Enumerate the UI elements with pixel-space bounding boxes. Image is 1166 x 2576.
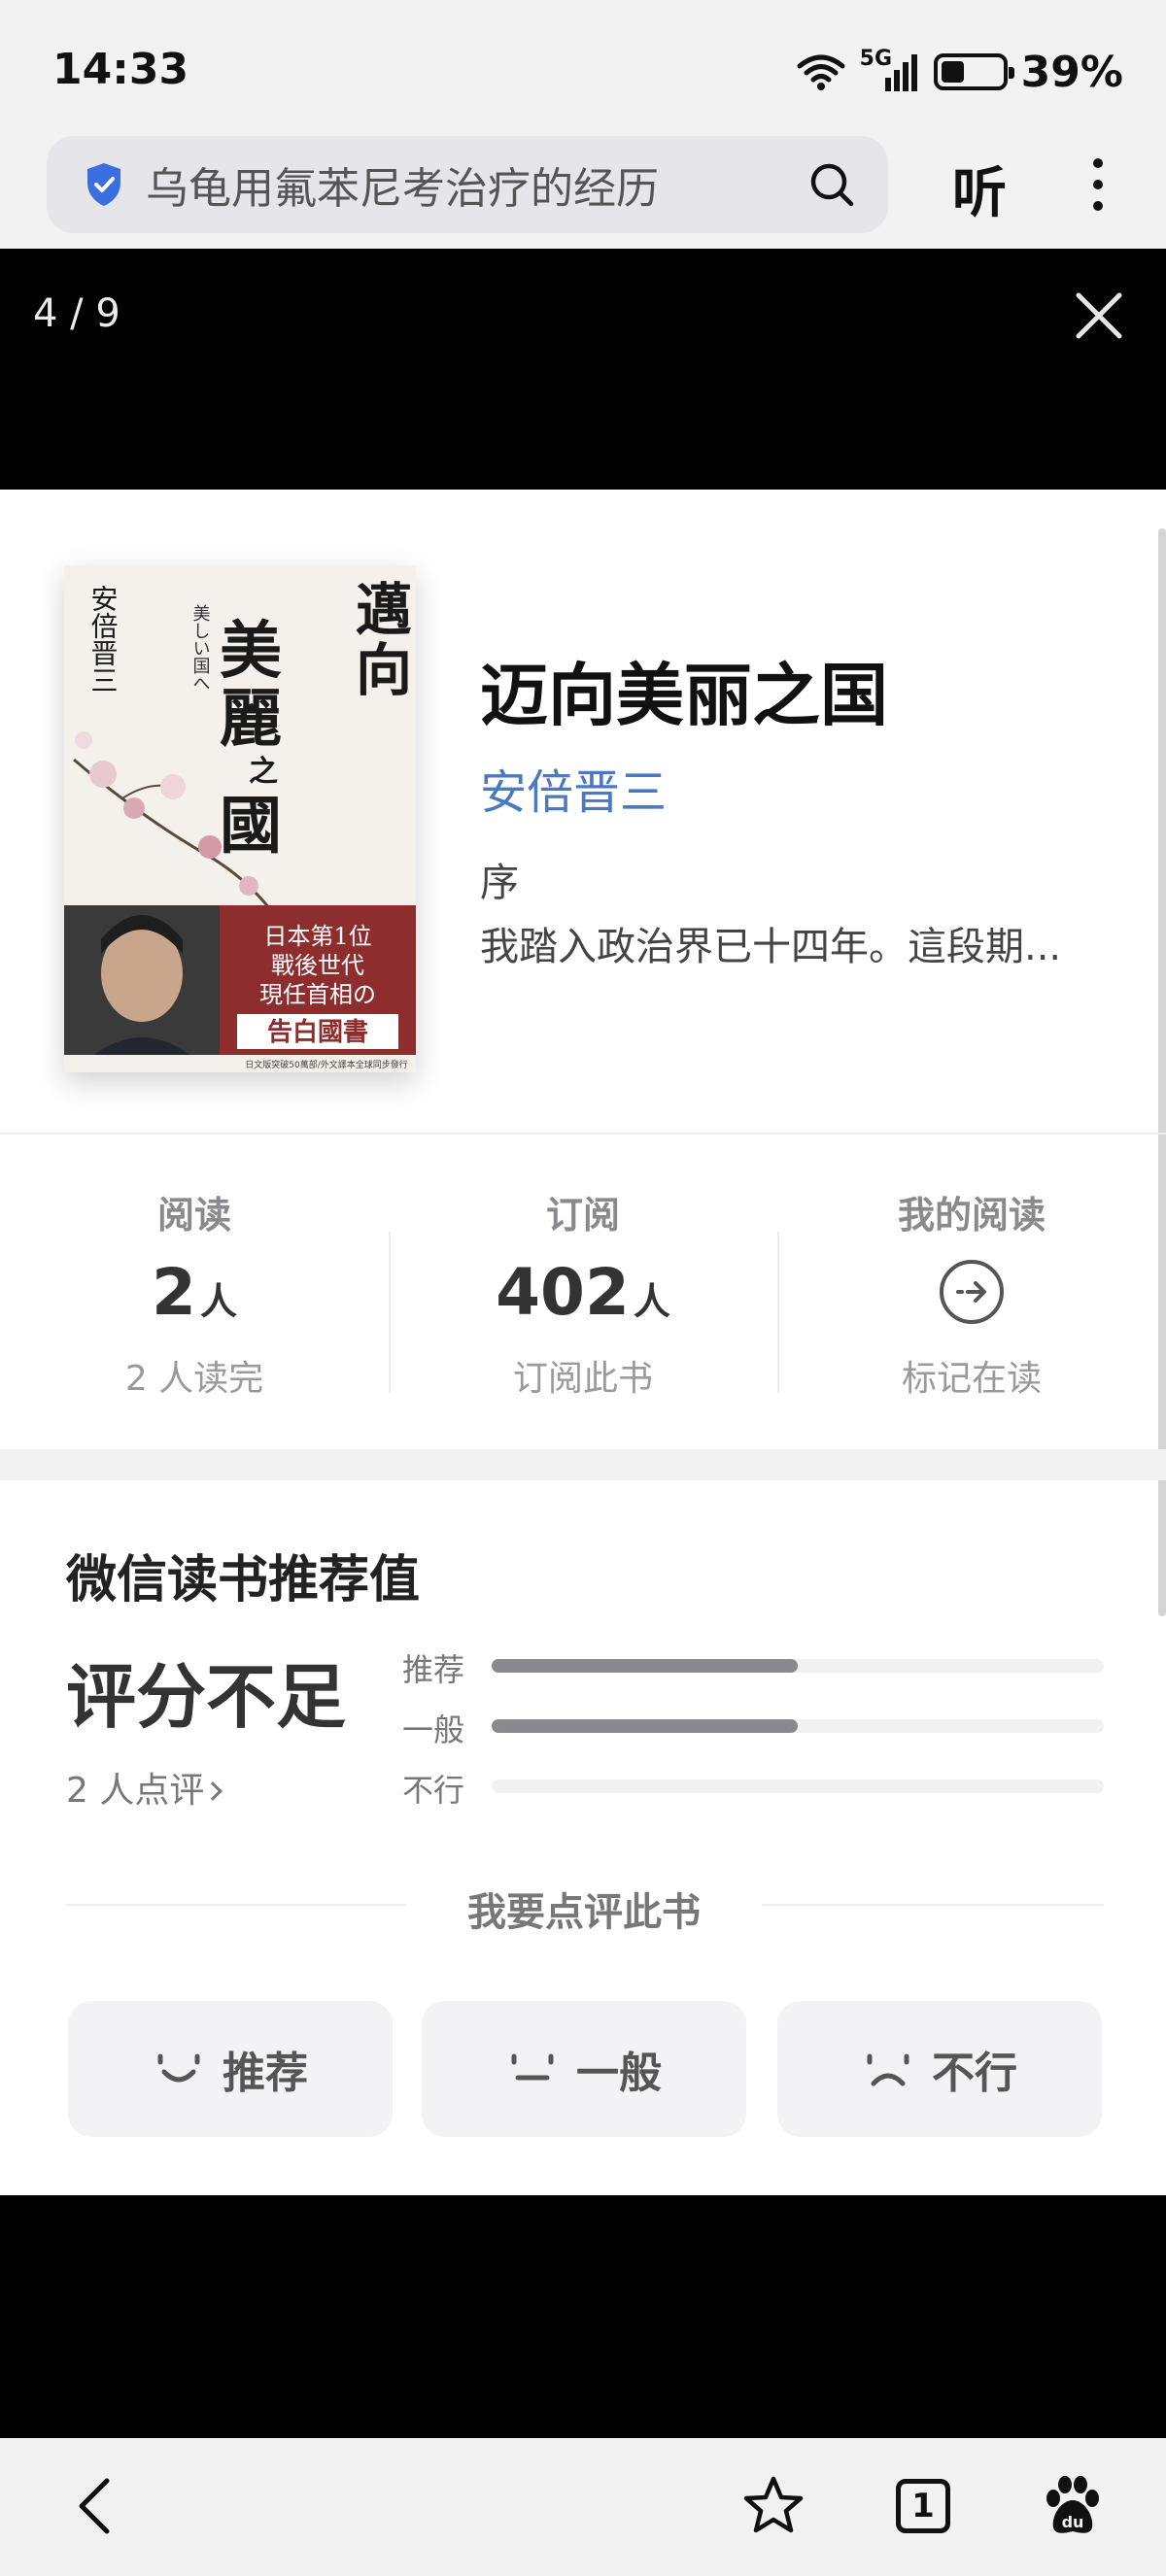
battery-icon: [933, 53, 1014, 90]
review-count-link[interactable]: 2 人点评: [66, 1762, 223, 1813]
cover-title-char: 麗: [220, 683, 282, 756]
stat-unit: 人: [633, 1280, 670, 1323]
cover-subtitle: 美しい国へ: [190, 604, 211, 692]
stat-label: 我的阅读: [897, 1194, 1046, 1237]
book-cover-image: 邁 向 美 麗 之 國 美しい国へ 安倍晋三 日本第1位 戰後世代 現任首相の …: [64, 565, 416, 1072]
stat-my-reading[interactable]: 我的阅读 标记在读: [777, 1135, 1166, 1449]
tab-count-button[interactable]: 1: [896, 2479, 950, 2533]
star-icon[interactable]: [740, 2473, 806, 2539]
rating-bar: [492, 1719, 1104, 1733]
svg-text:du: du: [1062, 2513, 1084, 2531]
stat-label: 阅读: [156, 1194, 231, 1237]
rating-label: 推荐: [402, 1651, 465, 1688]
cover-title-char: 邁: [356, 577, 412, 643]
stat-sub: 标记在读: [901, 1359, 1042, 1399]
book-title: 迈向美丽之国: [480, 655, 888, 735]
stat-label: 订阅: [545, 1194, 620, 1237]
page-counter: 4 / 9: [33, 291, 120, 336]
review-recommend-button[interactable]: 推荐: [68, 2001, 393, 2137]
divider: [66, 1904, 406, 1906]
cover-title-char: 向: [356, 637, 412, 703]
recommendation-title: 微信读书推荐值: [66, 1551, 421, 1610]
stat-value: 402 人: [389, 1255, 777, 1330]
recommendation-score: 评分不足: [66, 1656, 347, 1738]
stat-subscribe[interactable]: 订阅 402 人 订阅此书: [389, 1135, 777, 1449]
status-bar: 14:33 5G 39%: [0, 0, 1166, 136]
back-icon[interactable]: [64, 2473, 130, 2539]
review-button-label: 推荐: [223, 2049, 308, 2098]
image-viewer-header: 4 / 9: [0, 249, 1166, 490]
wifi-icon: [797, 54, 845, 90]
preface-label: 序: [480, 861, 519, 905]
shield-check-icon: [87, 163, 120, 206]
battery-level: [941, 61, 965, 83]
status-time: 14:33: [52, 45, 189, 94]
rating-row-neutral: 一般: [402, 1706, 1106, 1748]
stat-sub: 2 人读完: [124, 1359, 264, 1399]
reading-stats: 阅读 2人 2 人读完 订阅 402 人 订阅此书 我的阅读 标记在读: [0, 1135, 1166, 1449]
battery-percentage: 39%: [1020, 47, 1123, 97]
review-prompt: 我要点评此书: [467, 1890, 701, 1935]
cover-banner-line: 告白國書: [267, 1017, 368, 1047]
rating-bar: [492, 1779, 1104, 1793]
stat-value: 2人: [0, 1255, 389, 1330]
stat-number: 402: [496, 1255, 630, 1330]
rating-label: 不行: [402, 1772, 465, 1809]
review-button-label: 一般: [576, 2049, 662, 2098]
section-separator: [0, 1449, 1166, 1480]
cover-title-char: 之: [249, 755, 278, 789]
chevron-right-icon: [203, 1781, 223, 1801]
cover-banner-line: 戰後世代: [271, 952, 364, 979]
review-button-label: 不行: [932, 2049, 1017, 2098]
close-icon[interactable]: [1075, 291, 1123, 340]
preface-excerpt: 我踏入政治界已十四年。這段期...: [480, 925, 1062, 969]
review-bad-button[interactable]: 不行: [777, 2001, 1102, 2137]
rating-label: 一般: [402, 1712, 465, 1748]
arrow-right-circle-icon[interactable]: [937, 1257, 1007, 1327]
search-row: 乌龟用氟苯尼考治疗的经历 听: [0, 136, 1166, 249]
status-icons: 5G 39%: [796, 43, 1123, 101]
cover-footer: 日文版突破50萬部/外文譯本全球同步發行: [245, 1059, 408, 1070]
image-viewer-footer: [0, 2195, 1166, 2438]
rating-row-bad: 不行: [402, 1766, 1106, 1809]
smile-face-icon: [157, 2053, 200, 2083]
rating-row-recommend: 推荐: [402, 1645, 1106, 1688]
signal-icon: 5G: [860, 47, 920, 93]
stat-unit: 人: [199, 1280, 237, 1323]
review-count: 2 人点评: [66, 1771, 205, 1811]
cover-title-char: 國: [220, 790, 282, 863]
browser-bottom-nav: 1 du: [0, 2438, 1166, 2576]
cover-banner-line: 現任首相の: [259, 981, 376, 1008]
rating-bar-fill: [492, 1659, 798, 1673]
cover-title-char: 美: [220, 615, 282, 688]
book-detail-card: 邁 向 美 麗 之 國 美しい国へ 安倍晋三 日本第1位 戰後世代 現任首相の …: [0, 490, 1166, 2195]
stat-reading[interactable]: 阅读 2人 2 人读完: [0, 1135, 389, 1449]
search-query[interactable]: 乌龟用氟苯尼考治疗的经历: [146, 153, 806, 216]
baidu-paw-icon[interactable]: du: [1040, 2473, 1106, 2539]
more-options-icon[interactable]: [1073, 153, 1123, 216]
book-author-link[interactable]: 安倍晋三: [480, 754, 667, 822]
cover-author: 安倍晋三: [87, 585, 120, 694]
review-neutral-button[interactable]: 一般: [422, 2001, 746, 2137]
search-bar[interactable]: 乌龟用氟苯尼考治疗的经历: [47, 136, 888, 233]
stat-number: 2: [152, 1255, 196, 1330]
rating-bar: [492, 1659, 1104, 1673]
rating-bar-fill: [492, 1719, 798, 1733]
divider: [762, 1904, 1104, 1906]
cover-banner-line: 日本第1位: [263, 923, 371, 950]
neutral-face-icon: [511, 2053, 554, 2081]
search-icon[interactable]: [806, 159, 857, 210]
listen-button[interactable]: 听: [952, 150, 1007, 228]
stat-sub: 订阅此书: [512, 1359, 653, 1399]
frown-face-icon: [867, 2053, 909, 2086]
